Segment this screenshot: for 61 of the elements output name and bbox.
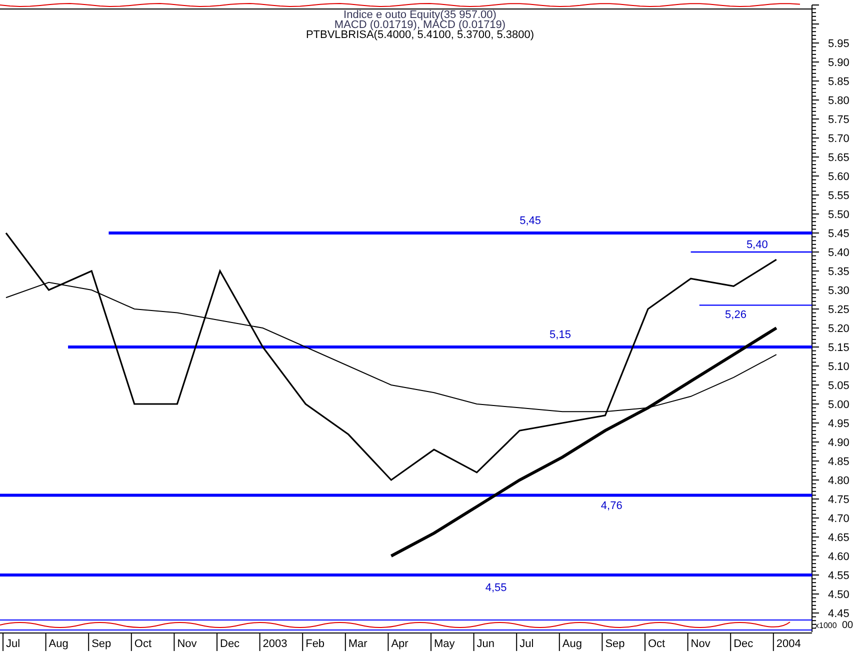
axis-label: 4.70	[828, 513, 850, 525]
axis-label: 5.40	[828, 247, 850, 259]
level-label: 5,45	[520, 215, 542, 227]
axis-label: Sep	[92, 638, 112, 650]
axis-label: 5.20	[828, 323, 850, 335]
axis-label: 5.65	[828, 152, 850, 164]
level-label: 5,40	[746, 239, 768, 251]
axis-label: Jul	[520, 638, 534, 650]
axis-label: 2003	[262, 638, 288, 650]
axis-label: 5.15	[828, 342, 850, 354]
axis-label: 4.80	[828, 475, 850, 487]
axis-label: Oct	[134, 638, 152, 650]
axis-label: Apr	[391, 638, 408, 650]
chart-legend-text: PTBVLBRISA(5.4000, 5.4100, 5.3700, 5.3800)	[306, 29, 534, 41]
axis-label: 2004	[776, 638, 801, 650]
axis-label: 4.60	[828, 551, 850, 563]
axis-label: Nov	[177, 638, 197, 650]
axis-label: Jul	[6, 638, 20, 650]
axis-label: 4.75	[828, 494, 850, 506]
axis-label: 4.85	[828, 456, 850, 468]
axis-label: 5.00	[828, 399, 850, 411]
axis-label: 5.90	[828, 57, 850, 69]
axis-label: 5.70	[828, 133, 850, 145]
level-label: 4,76	[600, 500, 622, 512]
axis-label: 5.95	[828, 38, 850, 50]
axis-label: Aug	[562, 638, 582, 650]
chart-legend-text: Indice e outo Equity(35 957.00)	[344, 9, 496, 21]
axis-label: 5.75	[828, 114, 850, 126]
axis-label: 5.30	[828, 285, 850, 297]
scale-label: x1000	[815, 621, 837, 630]
axis-label: 4.90	[828, 437, 850, 449]
axis-label: 4.45	[828, 608, 850, 620]
axis-label: Mar	[348, 638, 368, 650]
axis-label: 4.55	[828, 570, 850, 582]
axis-label: 5.45	[828, 228, 850, 240]
axis-label: Nov	[690, 638, 710, 650]
axis-label: Oct	[648, 638, 666, 650]
axis-label: Feb	[306, 638, 325, 650]
level-label: 5,15	[550, 329, 571, 341]
axis-label: 5.10	[828, 361, 850, 373]
axis-label: Dec	[220, 638, 240, 650]
axis-label: 5.55	[828, 190, 850, 202]
chart-legend-text: MACD (0.01719), MACD (0.01719)	[334, 19, 506, 31]
axis-label: 5.05	[828, 380, 850, 392]
axis-label: 00	[842, 620, 854, 631]
axis-label: Dec	[734, 638, 754, 650]
level-label: 5,26	[725, 309, 746, 322]
axis-label: 5.25	[828, 304, 850, 316]
axis-label: 4.50	[828, 589, 850, 601]
axis-label: Jun	[476, 638, 495, 650]
axis-label: 5.80	[828, 95, 850, 107]
axis-label: 5.60	[828, 171, 850, 183]
axis-label: 4.65	[828, 532, 850, 544]
axis-label: May	[434, 638, 455, 650]
axis-label: 5.35	[828, 266, 850, 278]
axis-label: Sep	[605, 638, 625, 650]
axis-label: 5.50	[828, 209, 850, 221]
axis-label: Aug	[48, 638, 68, 650]
axis-label: 5.85	[828, 76, 850, 88]
axis-label: 4.95	[828, 418, 850, 430]
level-label: 4,55	[485, 582, 507, 594]
